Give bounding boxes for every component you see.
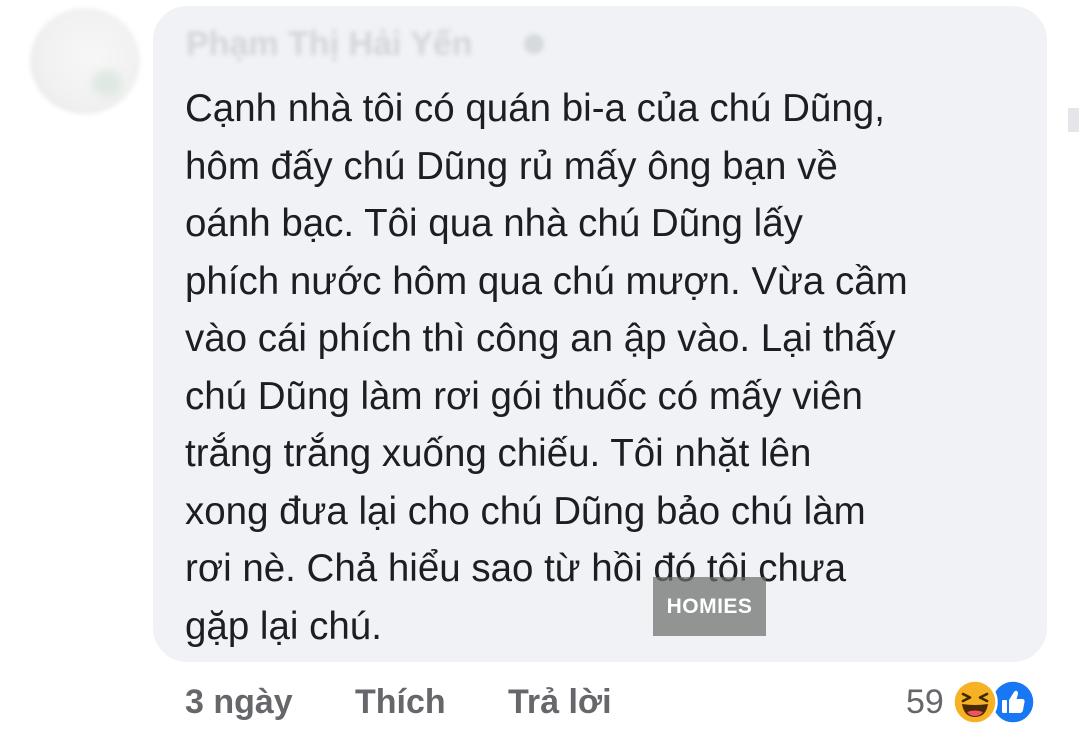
comment-text-line: chú Dũng làm rơi gói thuốc có mấy viên [185,374,863,418]
like-button[interactable]: Thích [355,678,446,726]
comment-text-line: vào cái phích thì công an ập vào. Lại th… [185,317,896,360]
author-badge-icon [524,34,544,54]
comment-text-line: gặp lại chú. [185,604,382,648]
avatar[interactable] [30,8,140,114]
reaction-count: 59 [906,683,944,721]
comment-text-line: hôm đấy chú Dũng rủ mấy ông bạn về [185,144,838,188]
watermark-label: HOMIES [653,577,766,636]
haha-icon [952,679,998,725]
comment-author-name[interactable]: Phạm Thị Hải Yến [186,20,473,68]
reply-button[interactable]: Trả lời [508,678,612,726]
comment-text-line: phích nước hôm qua chú mượn. Vừa cầm [185,259,908,303]
reaction-summary[interactable]: 59 [906,678,1038,726]
comment-screenshot: Phạm Thị Hải Yến Cạnh nhà tôi có quán bi… [0,0,1079,755]
avatar-blur-detail [92,70,122,96]
comment-text-line: rơi nè. Chả hiểu sao từ hồi đó tôi chưa [185,547,847,590]
comment-text-line: oánh bạc. Tôi qua nhà chú Dũng lấy [185,202,803,245]
comment-text: Cạnh nhà tôi có quán bi-a của chú Dũng, … [185,80,1035,655]
comment-text-line: xong đưa lại cho chú Dũng bảo chú làm [185,489,866,533]
comment-text-line: Cạnh nhà tôi có quán bi-a của chú Dũng, [185,87,885,130]
scrollbar-fragment[interactable] [1068,108,1079,132]
comment-timestamp[interactable]: 3 ngày [185,678,293,726]
comment-text-line: trắng trắng xuống chiếu. Tôi nhặt lên [185,432,812,475]
reaction-icons [952,678,1038,726]
